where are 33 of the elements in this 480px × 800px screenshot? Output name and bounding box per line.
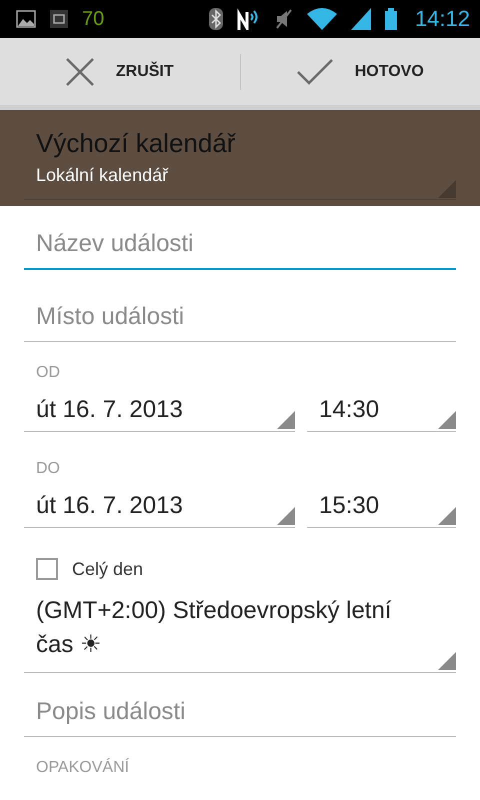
all-day-checkbox[interactable] [36,558,58,580]
dropdown-corner-icon [438,411,456,429]
dropdown-corner-icon [438,507,456,525]
clock-text: 14:12 [414,6,470,32]
date-picker[interactable]: út 16. 7. 2013 [24,484,295,528]
event-title-field[interactable]: Název události [24,220,456,270]
calendar-account: Lokální kalendář [36,165,170,186]
event-location-field[interactable]: Místo události [24,292,456,342]
checkbox-label: Celý den [72,558,144,580]
calendar-selector[interactable]: Výchozí kalendář Lokální kalendář [0,110,480,206]
timezone-picker[interactable]: (GMT+2:00) Středoevropský letní čas ☀ [24,580,456,673]
done-button[interactable]: HOTOVO [240,38,480,105]
section-label: OPAKOVÁNÍ [35,759,130,777]
dropdown-corner-icon [277,411,295,429]
battery-icon [384,8,397,30]
signal-icon [350,8,371,30]
cancel-button[interactable]: ZRUŠIT [0,38,240,105]
event-description-field[interactable]: Popis události [24,687,456,737]
dropdown-corner-icon [277,507,295,525]
section-label: DO [35,460,61,478]
dropdown-corner-icon [438,652,456,670]
calendar-title: Výchozí kalendář [36,128,237,159]
section-label: OD [35,364,61,382]
checkmark-icon [296,58,333,84]
close-icon [66,58,94,86]
bluetooth-icon [208,8,223,30]
time-picker[interactable]: 15:30 [307,484,456,528]
date-picker[interactable]: út 16. 7. 2013 [24,388,295,432]
muted-speaker-icon [274,8,293,30]
time-picker[interactable]: 14:30 [307,388,456,432]
wifi-icon [306,8,337,30]
battery-level-text: 70 [82,8,104,30]
image-icon [16,10,36,28]
